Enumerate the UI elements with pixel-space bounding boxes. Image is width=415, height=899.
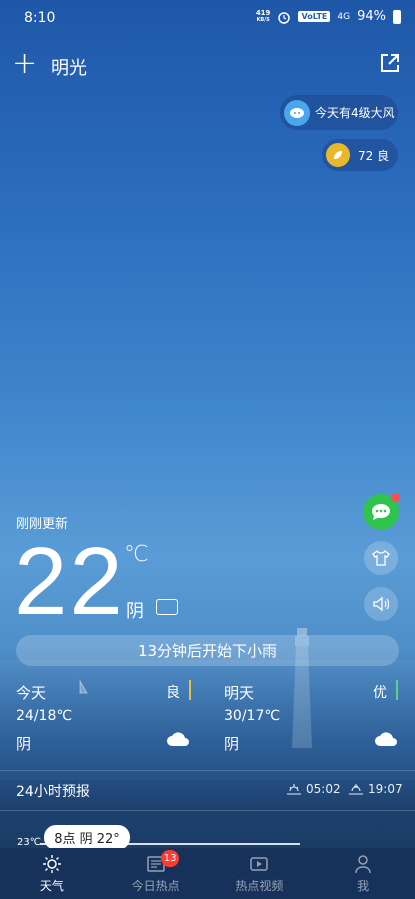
tomorrow-air-quality: 优 [373,685,387,701]
notification-dot [391,493,400,502]
nav-label: 我 [357,878,370,893]
sailboat-icon [79,679,88,694]
hourly-tooltip: 8点 阴 22° [44,825,130,850]
current-temperature: 22 [14,528,125,635]
hourly-forecast-title: 24小时预报 [16,784,90,800]
city-name[interactable]: 明光 [51,54,87,80]
news-badge: 13 [160,850,180,867]
cloud-icon [167,732,189,746]
sun-icon [42,854,61,873]
message-icon[interactable] [156,599,178,615]
bottom-nav: 天气 今日热点 13 热点视频 我 [0,848,415,899]
nav-tab-news[interactable]: 今日热点 13 [104,848,208,899]
today-air-quality: 良 [166,685,180,701]
nav-label: 今日热点 [131,878,180,893]
battery-percent: 94% [357,9,386,24]
sunset-time: 19:07 [348,782,403,796]
today-condition: 阴 [16,735,32,753]
status-icons: 419 KB/S VoLTE 4G 94% [256,9,401,24]
video-icon [250,856,269,871]
nav-label: 天气 [39,878,64,893]
voice-broadcast-button[interactable] [364,587,398,621]
speaker-icon [373,596,390,612]
nav-label: 热点视频 [235,878,284,893]
sunrise-icon [287,784,301,795]
today-label: 今天 [16,684,47,702]
add-city-button[interactable]: + [12,49,37,79]
share-icon[interactable] [379,52,401,74]
tomorrow-temp-range: 30/17℃ [224,708,281,724]
signal-icon: 4G [337,11,351,22]
today-temp-range: 24/18℃ [16,708,73,724]
tomorrow-quality-bar [396,680,398,700]
tomorrow-condition: 阴 [224,735,240,753]
dressing-index-button[interactable] [364,541,398,575]
current-condition: 阴 [126,601,144,622]
volte-badge: VoLTE [298,11,331,22]
temperature-unit: ℃ [124,542,149,567]
nav-tab-me[interactable]: 我 [311,848,415,899]
hourly-start-temp: 23℃ [17,837,41,848]
rain-notice-bar[interactable]: 13分钟后开始下小雨 [16,635,399,666]
sunrise-time: 05:02 [286,782,341,796]
cloud-icon [375,732,397,746]
nav-tab-weather[interactable]: 天气 [0,848,104,899]
wind-warning-text: 今天有4级大风 [315,105,395,120]
today-quality-bar [189,680,191,700]
shirt-icon [372,550,390,566]
chat-icon [372,504,390,520]
status-bar: 8:10 419 KB/S VoLTE 4G 94% [0,0,415,36]
alarm-icon [278,11,291,24]
aqi-text: 72 良 [358,148,390,163]
status-time: 8:10 [24,10,56,26]
aqi-pill[interactable]: 72 良 [322,139,398,171]
net-speed: 419 KB/S [255,8,271,23]
nav-tab-video[interactable]: 热点视频 [208,848,312,899]
person-icon [355,854,371,873]
leaf-icon [326,143,350,167]
divider [0,770,415,771]
tomorrow-label: 明天 [224,684,255,702]
chat-button[interactable] [363,493,400,530]
wind-warning-pill[interactable]: 今天有4级大风 [280,95,398,130]
divider [0,810,415,811]
battery-icon [393,9,401,24]
sunset-icon [349,784,363,795]
wind-warning-icon [284,99,310,126]
